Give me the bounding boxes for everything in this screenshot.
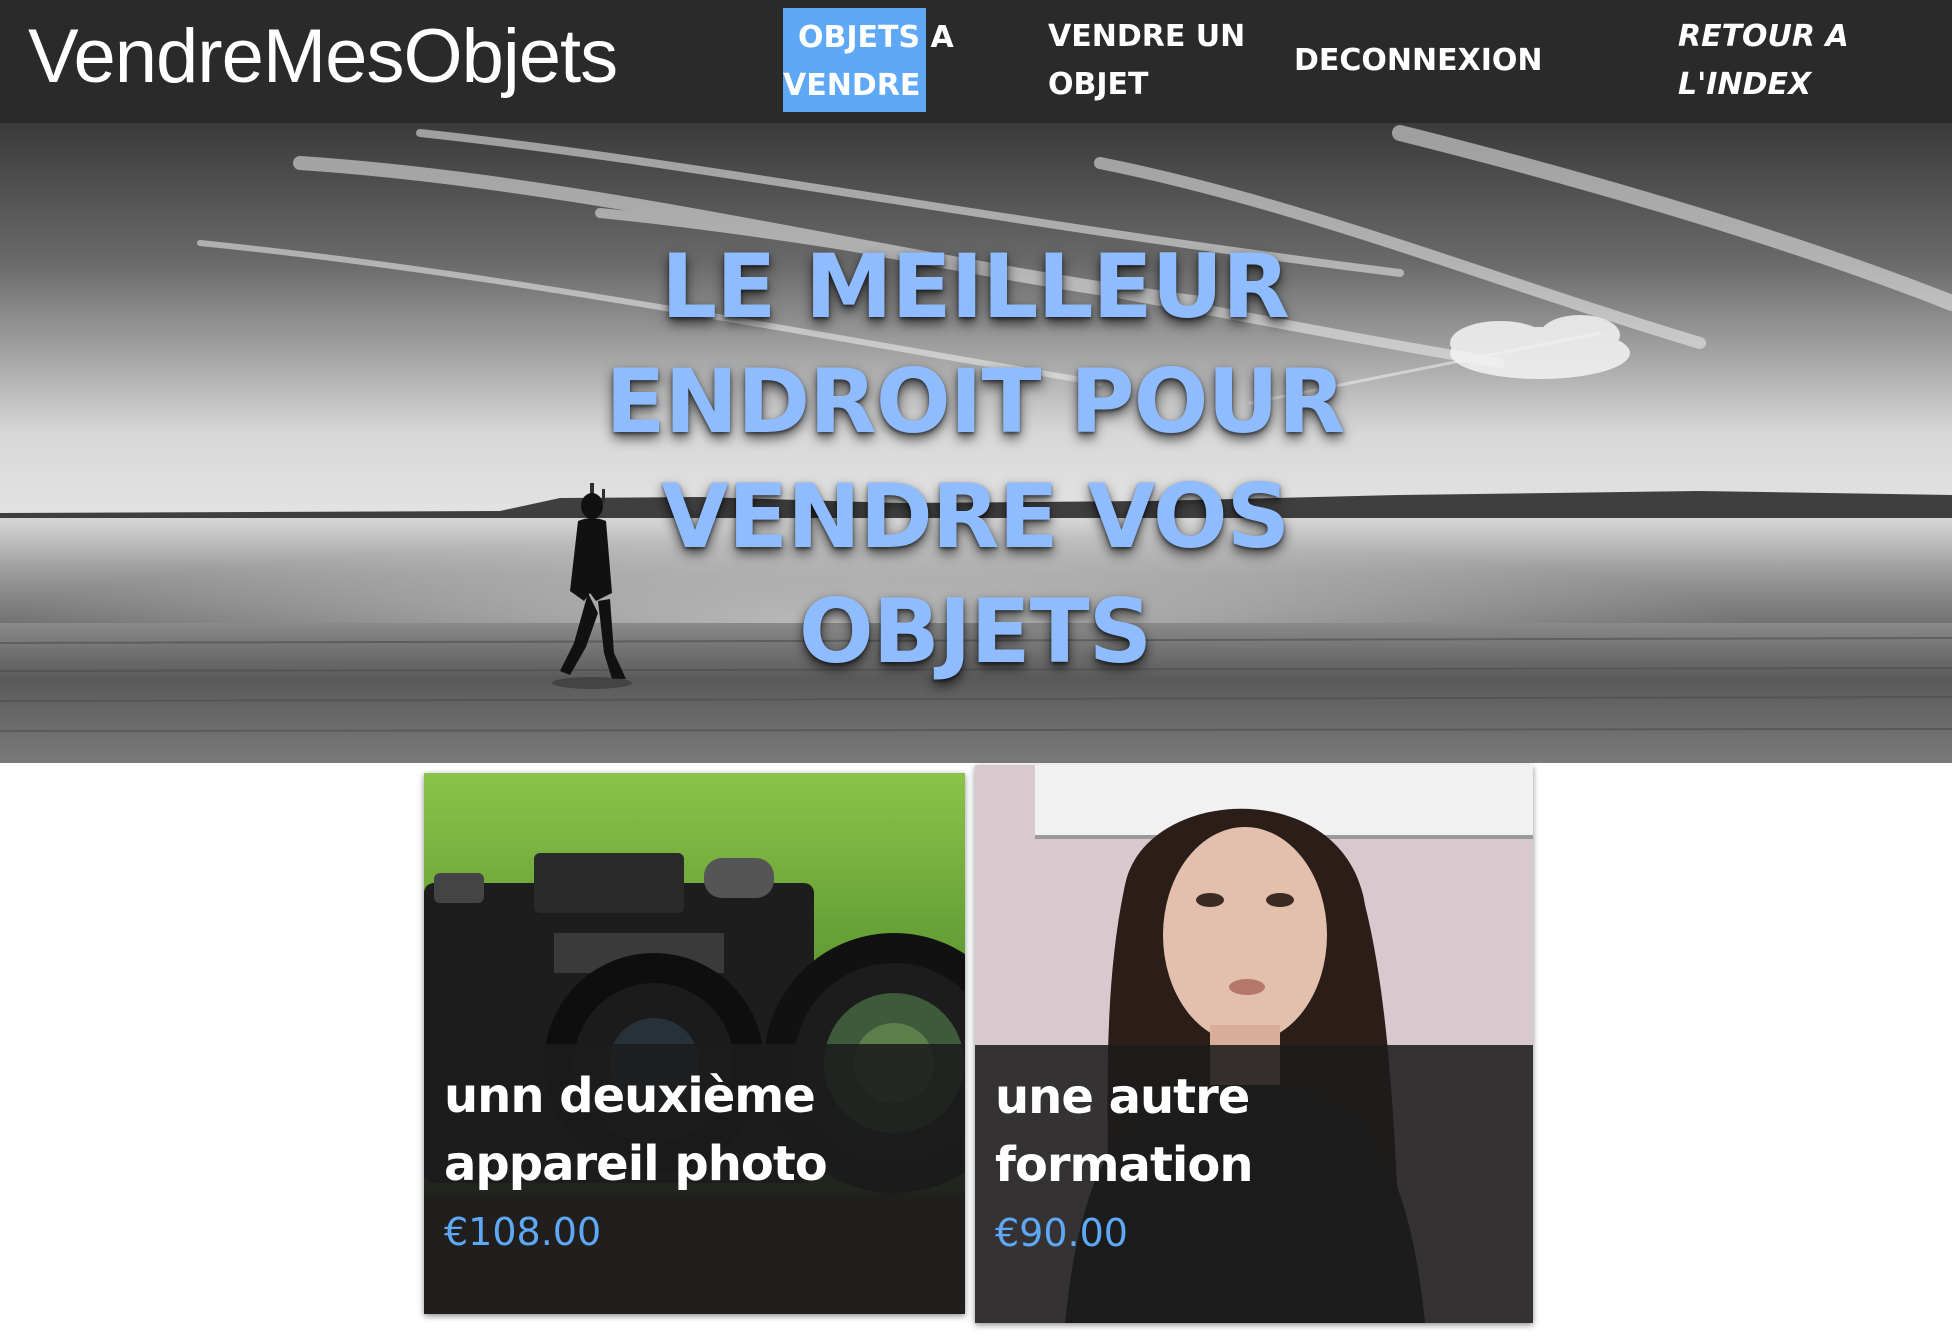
nav-link-label-line2: VENDRE <box>783 68 921 103</box>
product-title-line: appareil photo <box>444 1136 828 1192</box>
hero-title-line: LE MEILLEUR <box>661 235 1290 338</box>
product-card-info: une autre formation €90.00 <box>975 1045 1533 1323</box>
nav-link-vendre-un-objet[interactable]: VENDRE UN OBJET <box>1048 13 1245 109</box>
product-price: €90.00 <box>995 1211 1128 1255</box>
hero-title-line: ENDROIT POUR <box>605 350 1345 453</box>
nav-link-label-line1: OBJETS A <box>798 20 954 55</box>
nav-link-label-line1: VENDRE UN <box>1048 19 1246 54</box>
product-title: unn deuxième appareil photo <box>444 1062 945 1198</box>
hero-title-line: OBJETS <box>798 580 1152 683</box>
product-title-line: une autre <box>995 1069 1250 1125</box>
product-card[interactable]: une autre formation €90.00 <box>975 765 1533 1323</box>
product-title: une autre formation <box>995 1063 1513 1199</box>
hero-title-line: VENDRE VOS <box>660 465 1290 568</box>
navbar: VendreMesObjets OBJETS A VENDRE VENDRE U… <box>0 0 1952 123</box>
brand-logo-link[interactable]: VendreMesObjets <box>28 14 618 100</box>
product-price: €108.00 <box>444 1210 602 1254</box>
product-title-line: formation <box>995 1137 1253 1193</box>
hero-title: LE MEILLEUR ENDROIT POUR VENDRE VOS OBJE… <box>540 229 1410 689</box>
nav-link-objets-a-vendre[interactable]: OBJETS A VENDRE <box>783 8 954 112</box>
product-title-line: unn deuxième <box>444 1068 816 1124</box>
product-card[interactable]: unn deuxième appareil photo €108.00 <box>424 773 965 1314</box>
nav-link-label-line2: OBJET <box>1048 67 1149 102</box>
nav-link-deconnexion[interactable]: DECONNEXION <box>1294 37 1543 85</box>
product-card-info: unn deuxième appareil photo €108.00 <box>424 1044 965 1314</box>
hero-banner: LE MEILLEUR ENDROIT POUR VENDRE VOS OBJE… <box>0 123 1952 763</box>
nav-link-label-line2: L'INDEX <box>1678 67 1812 102</box>
nav-link-retour-index[interactable]: RETOUR A L'INDEX <box>1678 13 1849 109</box>
nav-link-label-line1: RETOUR A <box>1678 19 1849 54</box>
